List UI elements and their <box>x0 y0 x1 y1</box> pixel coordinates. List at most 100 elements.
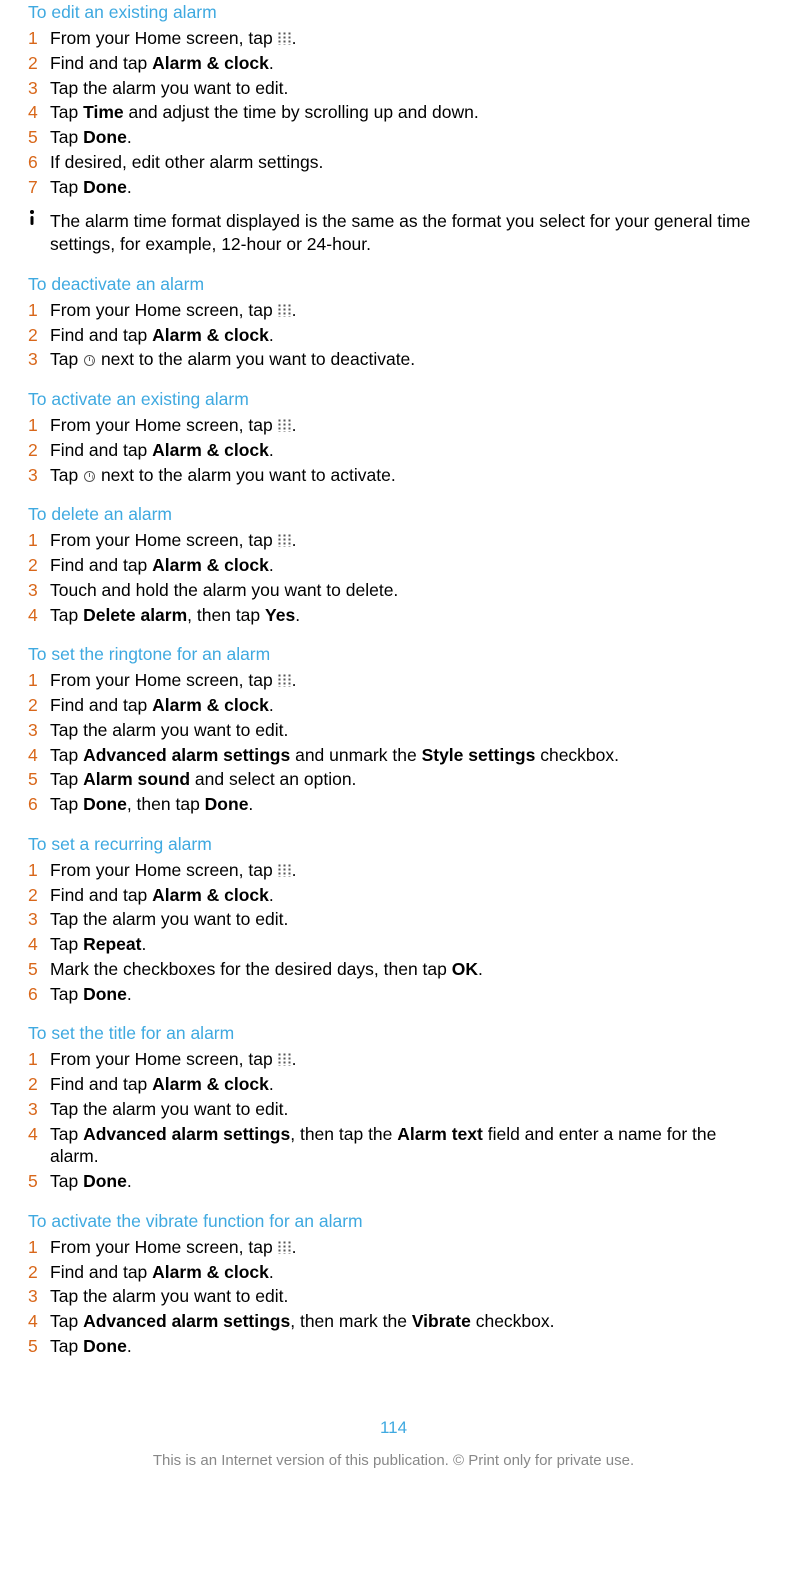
step-row: 6Tap Done. <box>50 983 759 1006</box>
step-text: From your Home screen, tap . <box>50 299 759 322</box>
step-number: 3 <box>28 464 50 487</box>
step-row: 4Tap Advanced alarm settings and unmark … <box>50 744 759 767</box>
step-number: 1 <box>28 299 50 322</box>
step-text: Find and tap Alarm & clock. <box>50 52 759 75</box>
step-number: 4 <box>28 604 50 627</box>
step-text: Find and tap Alarm & clock. <box>50 1261 759 1284</box>
step-row: 5Tap Done. <box>50 126 759 149</box>
step-number: 4 <box>28 1123 50 1169</box>
step-row: 1From your Home screen, tap . <box>50 1236 759 1259</box>
step-text: Find and tap Alarm & clock. <box>50 554 759 577</box>
step-row: 2Find and tap Alarm & clock. <box>50 324 759 347</box>
step-number: 3 <box>28 719 50 742</box>
step-row: 7Tap Done. <box>50 176 759 199</box>
step-number: 1 <box>28 1236 50 1259</box>
step-text: Tap next to the alarm you want to deacti… <box>50 348 759 371</box>
step-text: Touch and hold the alarm you want to del… <box>50 579 759 602</box>
apps-grid-icon <box>278 864 292 877</box>
apps-grid-icon <box>278 534 292 547</box>
step-row: 2Find and tap Alarm & clock. <box>50 52 759 75</box>
alarm-clock-icon <box>83 354 96 367</box>
step-text: Find and tap Alarm & clock. <box>50 324 759 347</box>
section-title: To set the ringtone for an alarm <box>28 644 759 665</box>
note-text: The alarm time format displayed is the s… <box>50 210 759 256</box>
step-text: Tap Done. <box>50 176 759 199</box>
step-row: 1From your Home screen, tap . <box>50 1048 759 1071</box>
alarm-clock-icon <box>83 470 96 483</box>
step-text: Find and tap Alarm & clock. <box>50 884 759 907</box>
step-row: 3Tap the alarm you want to edit. <box>50 1098 759 1121</box>
step-text: Tap Advanced alarm settings, then tap th… <box>50 1123 759 1169</box>
section-title: To activate the vibrate function for an … <box>28 1211 759 1232</box>
section-title: To delete an alarm <box>28 504 759 525</box>
step-number: 1 <box>28 414 50 437</box>
step-text: Tap the alarm you want to edit. <box>50 908 759 931</box>
step-number: 3 <box>28 1098 50 1121</box>
step-number: 2 <box>28 324 50 347</box>
step-row: 5Tap Done. <box>50 1170 759 1193</box>
step-number: 5 <box>28 1335 50 1358</box>
step-row: 2Find and tap Alarm & clock. <box>50 1261 759 1284</box>
step-number: 1 <box>28 529 50 552</box>
step-number: 2 <box>28 1073 50 1096</box>
step-number: 1 <box>28 669 50 692</box>
step-number: 1 <box>28 27 50 50</box>
step-row: 6If desired, edit other alarm settings. <box>50 151 759 174</box>
apps-grid-icon <box>278 674 292 687</box>
step-text: Tap Done. <box>50 1335 759 1358</box>
step-text: Tap the alarm you want to edit. <box>50 719 759 742</box>
step-row: 4Tap Repeat. <box>50 933 759 956</box>
step-number: 3 <box>28 1285 50 1308</box>
section-title: To deactivate an alarm <box>28 274 759 295</box>
step-text: Tap Done. <box>50 983 759 1006</box>
step-row: 4Tap Advanced alarm settings, then mark … <box>50 1310 759 1333</box>
step-row: 5Mark the checkboxes for the desired day… <box>50 958 759 981</box>
step-text: Tap Time and adjust the time by scrollin… <box>50 101 759 124</box>
step-text: If desired, edit other alarm settings. <box>50 151 759 174</box>
note: The alarm time format displayed is the s… <box>28 210 759 256</box>
step-text: Tap next to the alarm you want to activa… <box>50 464 759 487</box>
step-row: 3Tap next to the alarm you want to deact… <box>50 348 759 371</box>
step-text: Tap Delete alarm, then tap Yes. <box>50 604 759 627</box>
page-number: 114 <box>28 1418 759 1438</box>
step-text: From your Home screen, tap . <box>50 1236 759 1259</box>
step-number: 3 <box>28 77 50 100</box>
step-number: 3 <box>28 348 50 371</box>
apps-grid-icon <box>278 32 292 45</box>
step-text: Tap Repeat. <box>50 933 759 956</box>
step-row: 3Tap the alarm you want to edit. <box>50 908 759 931</box>
step-text: Tap the alarm you want to edit. <box>50 1098 759 1121</box>
section-title: To set the title for an alarm <box>28 1023 759 1044</box>
step-row: 2Find and tap Alarm & clock. <box>50 439 759 462</box>
steps-list: 1From your Home screen, tap .2Find and t… <box>28 1048 759 1193</box>
steps-list: 1From your Home screen, tap .2Find and t… <box>28 859 759 1006</box>
info-icon <box>28 210 50 256</box>
step-row: 2Find and tap Alarm & clock. <box>50 554 759 577</box>
step-text: Find and tap Alarm & clock. <box>50 694 759 717</box>
step-text: Mark the checkboxes for the desired days… <box>50 958 759 981</box>
step-text: Tap Advanced alarm settings and unmark t… <box>50 744 759 767</box>
step-text: From your Home screen, tap . <box>50 529 759 552</box>
step-row: 1From your Home screen, tap . <box>50 414 759 437</box>
step-number: 3 <box>28 579 50 602</box>
step-number: 1 <box>28 859 50 882</box>
step-text: Tap the alarm you want to edit. <box>50 1285 759 1308</box>
step-number: 2 <box>28 694 50 717</box>
step-number: 6 <box>28 793 50 816</box>
footer-text: This is an Internet version of this publ… <box>28 1452 759 1469</box>
apps-grid-icon <box>278 1053 292 1066</box>
step-number: 7 <box>28 176 50 199</box>
step-row: 4Tap Advanced alarm settings, then tap t… <box>50 1123 759 1169</box>
step-row: 3Touch and hold the alarm you want to de… <box>50 579 759 602</box>
step-text: Tap Done, then tap Done. <box>50 793 759 816</box>
step-text: From your Home screen, tap . <box>50 414 759 437</box>
step-row: 1From your Home screen, tap . <box>50 27 759 50</box>
step-row: 4Tap Time and adjust the time by scrolli… <box>50 101 759 124</box>
step-number: 4 <box>28 744 50 767</box>
steps-list: 1From your Home screen, tap .2Find and t… <box>28 27 759 198</box>
steps-list: 1From your Home screen, tap .2Find and t… <box>28 529 759 626</box>
step-text: Tap Alarm sound and select an option. <box>50 768 759 791</box>
step-text: Find and tap Alarm & clock. <box>50 439 759 462</box>
steps-list: 1From your Home screen, tap .2Find and t… <box>28 669 759 816</box>
step-row: 5Tap Done. <box>50 1335 759 1358</box>
